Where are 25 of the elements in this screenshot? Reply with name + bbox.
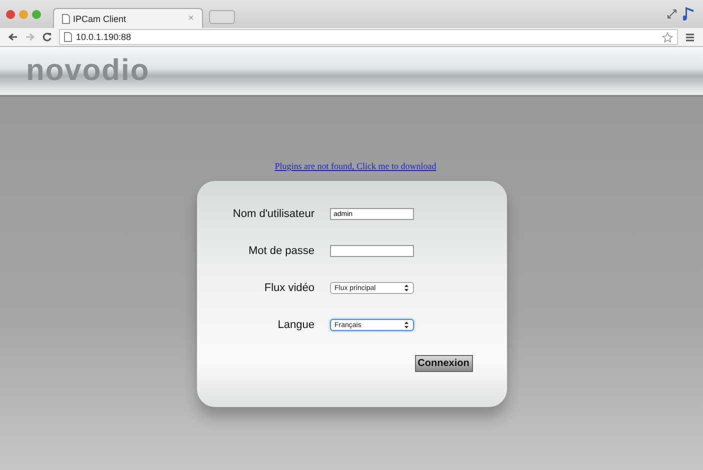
logo: novodio	[26, 54, 150, 88]
url-text: 10.0.1.190:88	[76, 32, 132, 42]
zoom-window-icon[interactable]	[32, 10, 41, 18]
browser-tab[interactable]: IPCam Client ×	[53, 8, 203, 28]
field-label: Mot de passe	[247, 245, 314, 257]
login-button[interactable]: Connexion	[414, 355, 472, 372]
menu-icon[interactable]	[685, 32, 695, 42]
password-field[interactable]	[330, 245, 414, 257]
minimize-window-icon[interactable]	[19, 10, 28, 18]
download-plugin-link[interactable]: Plugins are not found, Click me to download	[274, 161, 436, 171]
up-down-arrows-icon	[404, 284, 408, 292]
address-bar[interactable]: 10.0.1.190:88	[59, 29, 678, 45]
field-label: Nom d'utilisateur	[232, 208, 314, 220]
star-icon[interactable]	[662, 32, 673, 42]
close-window-icon[interactable]	[6, 10, 15, 18]
field-label: Flux vidéo	[263, 282, 314, 294]
expand-icon[interactable]	[667, 9, 677, 19]
back-icon[interactable]	[8, 33, 18, 41]
new-tab-button[interactable]	[209, 10, 235, 24]
field-label: Langue	[276, 319, 314, 331]
tab-title: IPCam Client	[73, 14, 128, 24]
forward-icon[interactable]	[25, 33, 35, 41]
reload-icon[interactable]	[42, 32, 52, 42]
music-note-icon[interactable]	[683, 6, 695, 22]
up-down-arrows-icon	[404, 321, 408, 329]
